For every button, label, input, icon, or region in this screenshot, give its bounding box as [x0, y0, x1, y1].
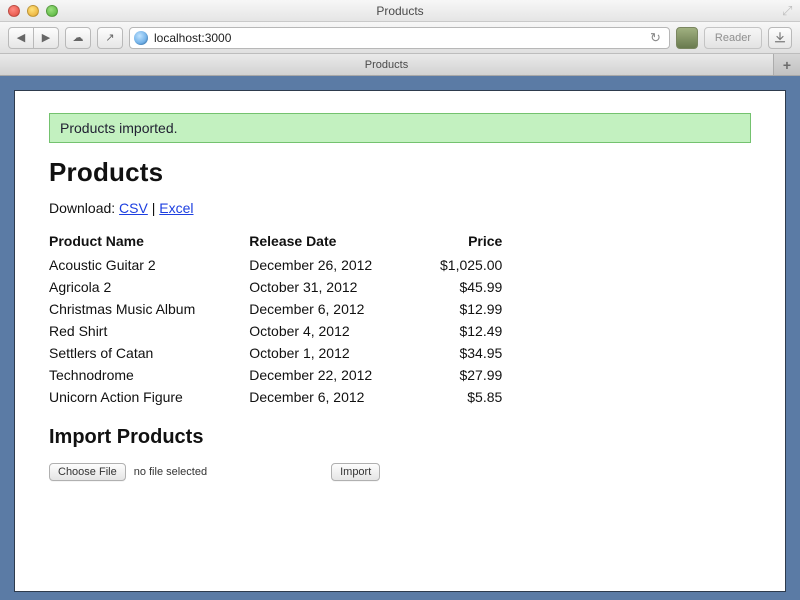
- cell-date: October 4, 2012: [249, 320, 419, 342]
- cell-name: Technodrome: [49, 364, 249, 386]
- address-bar[interactable]: localhost:3000 ↻: [129, 27, 670, 49]
- table-header-row: Product Name Release Date Price: [49, 230, 512, 254]
- cell-date: December 6, 2012: [249, 298, 419, 320]
- download-icon: [774, 32, 786, 44]
- page-title: Products: [49, 157, 751, 188]
- cell-date: December 26, 2012: [249, 254, 419, 276]
- back-button[interactable]: ◀: [8, 27, 34, 49]
- cell-date: December 6, 2012: [249, 386, 419, 408]
- products-table: Product Name Release Date Price Acoustic…: [49, 230, 512, 408]
- cell-name: Agricola 2: [49, 276, 249, 298]
- cell-name: Settlers of Catan: [49, 342, 249, 364]
- import-button[interactable]: Import: [331, 463, 380, 481]
- page-content: Products imported. Products Download: CS…: [14, 90, 786, 592]
- downloads-button[interactable]: [768, 27, 792, 49]
- cell-name: Christmas Music Album: [49, 298, 249, 320]
- minimize-icon[interactable]: [27, 5, 39, 17]
- viewport: Products imported. Products Download: CS…: [0, 76, 800, 600]
- tab-products[interactable]: Products: [0, 54, 774, 75]
- table-row: Technodrome December 22, 2012 $27.99: [49, 364, 512, 386]
- window-title: Products: [0, 4, 800, 18]
- reader-leaf-button[interactable]: [676, 27, 698, 49]
- flash-message: Products imported.: [60, 120, 178, 136]
- col-release-date: Release Date: [249, 230, 419, 254]
- chevron-right-icon: ▶: [42, 31, 50, 44]
- download-label: Download:: [49, 200, 115, 216]
- window-titlebar: Products ⤢: [0, 0, 800, 22]
- close-icon[interactable]: [8, 5, 20, 17]
- browser-toolbar: ◀ ▶ ☁ ↗ localhost:3000 ↻ Reader: [0, 22, 800, 54]
- table-row: Settlers of Catan October 1, 2012 $34.95: [49, 342, 512, 364]
- flash-notice: Products imported.: [49, 113, 751, 143]
- cell-price: $5.85: [420, 386, 513, 408]
- new-tab-button[interactable]: +: [774, 54, 800, 75]
- icloud-button[interactable]: ☁: [65, 27, 91, 49]
- import-title: Import Products: [49, 426, 751, 449]
- cell-date: December 22, 2012: [249, 364, 419, 386]
- plus-icon: +: [783, 57, 791, 73]
- cell-name: Acoustic Guitar 2: [49, 254, 249, 276]
- reader-button[interactable]: Reader: [704, 27, 762, 49]
- cell-date: October 1, 2012: [249, 342, 419, 364]
- cell-price: $34.95: [420, 342, 513, 364]
- file-status: no file selected: [134, 466, 207, 478]
- globe-icon: [134, 31, 148, 45]
- col-price: Price: [420, 230, 513, 254]
- reader-label: Reader: [715, 32, 751, 44]
- cloud-icon: ☁: [73, 31, 84, 44]
- forward-button[interactable]: ▶: [33, 27, 59, 49]
- cell-price: $12.49: [420, 320, 513, 342]
- table-row: Agricola 2 October 31, 2012 $45.99: [49, 276, 512, 298]
- traffic-lights: [8, 5, 58, 17]
- tab-label: Products: [365, 59, 408, 71]
- url-text: localhost:3000: [154, 31, 231, 45]
- download-excel-link[interactable]: Excel: [159, 200, 193, 216]
- zoom-icon[interactable]: [46, 5, 58, 17]
- cell-name: Unicorn Action Figure: [49, 386, 249, 408]
- cell-price: $27.99: [420, 364, 513, 386]
- col-product-name: Product Name: [49, 230, 249, 254]
- reload-button[interactable]: ↻: [646, 30, 665, 46]
- table-row: Unicorn Action Figure December 6, 2012 $…: [49, 386, 512, 408]
- cell-price: $12.99: [420, 298, 513, 320]
- download-links: Download: CSV | Excel: [49, 200, 751, 216]
- cell-price: $1,025.00: [420, 254, 513, 276]
- fullscreen-icon[interactable]: ⤢: [782, 3, 796, 17]
- table-row: Red Shirt October 4, 2012 $12.49: [49, 320, 512, 342]
- tab-bar: Products +: [0, 54, 800, 76]
- share-icon: ↗: [105, 31, 114, 44]
- table-row: Acoustic Guitar 2 December 26, 2012 $1,0…: [49, 254, 512, 276]
- chevron-left-icon: ◀: [17, 31, 25, 44]
- share-button[interactable]: ↗: [97, 27, 123, 49]
- cell-name: Red Shirt: [49, 320, 249, 342]
- cell-price: $45.99: [420, 276, 513, 298]
- download-csv-link[interactable]: CSV: [119, 200, 148, 216]
- cell-date: October 31, 2012: [249, 276, 419, 298]
- table-row: Christmas Music Album December 6, 2012 $…: [49, 298, 512, 320]
- choose-file-button[interactable]: Choose File: [49, 463, 126, 481]
- import-form: Choose File no file selected Import: [49, 463, 751, 481]
